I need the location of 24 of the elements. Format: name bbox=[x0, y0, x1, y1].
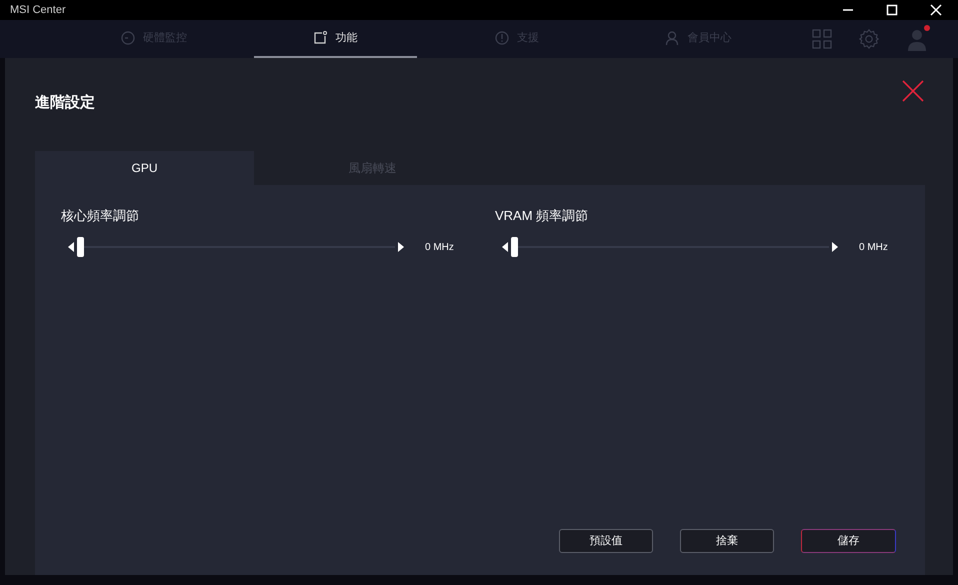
user-icon bbox=[665, 31, 680, 45]
increase-arrow-icon[interactable] bbox=[831, 241, 839, 253]
slider-value: 0 MHz bbox=[425, 240, 455, 254]
slider-label: VRAM 頻率調節 bbox=[495, 209, 588, 222]
dialog-title: 進階設定 bbox=[35, 95, 96, 110]
feature-icon bbox=[313, 31, 328, 45]
gauge-icon bbox=[120, 31, 135, 45]
increase-arrow-icon[interactable] bbox=[397, 241, 405, 253]
alert-icon bbox=[494, 31, 509, 45]
decrease-arrow-icon[interactable] bbox=[501, 241, 509, 253]
slider-value: 0 MHz bbox=[859, 240, 889, 254]
window-title: MSI Center bbox=[10, 4, 66, 16]
action-button[interactable]: 捨棄 bbox=[680, 529, 774, 553]
close-icon[interactable] bbox=[930, 4, 942, 16]
slider-thumb[interactable] bbox=[511, 237, 518, 257]
save-button[interactable]: 儲存 bbox=[801, 529, 896, 553]
slider-label: 核心頻率調節 bbox=[61, 209, 139, 222]
avatar-icon[interactable] bbox=[906, 27, 928, 51]
close-dialog-button[interactable] bbox=[901, 79, 925, 103]
tab[interactable]: GPU bbox=[35, 151, 254, 185]
action-button[interactable]: 預設值 bbox=[559, 529, 653, 553]
slider-thumb[interactable] bbox=[77, 237, 84, 257]
decrease-arrow-icon[interactable] bbox=[67, 241, 75, 253]
maximize-icon[interactable] bbox=[886, 4, 898, 16]
